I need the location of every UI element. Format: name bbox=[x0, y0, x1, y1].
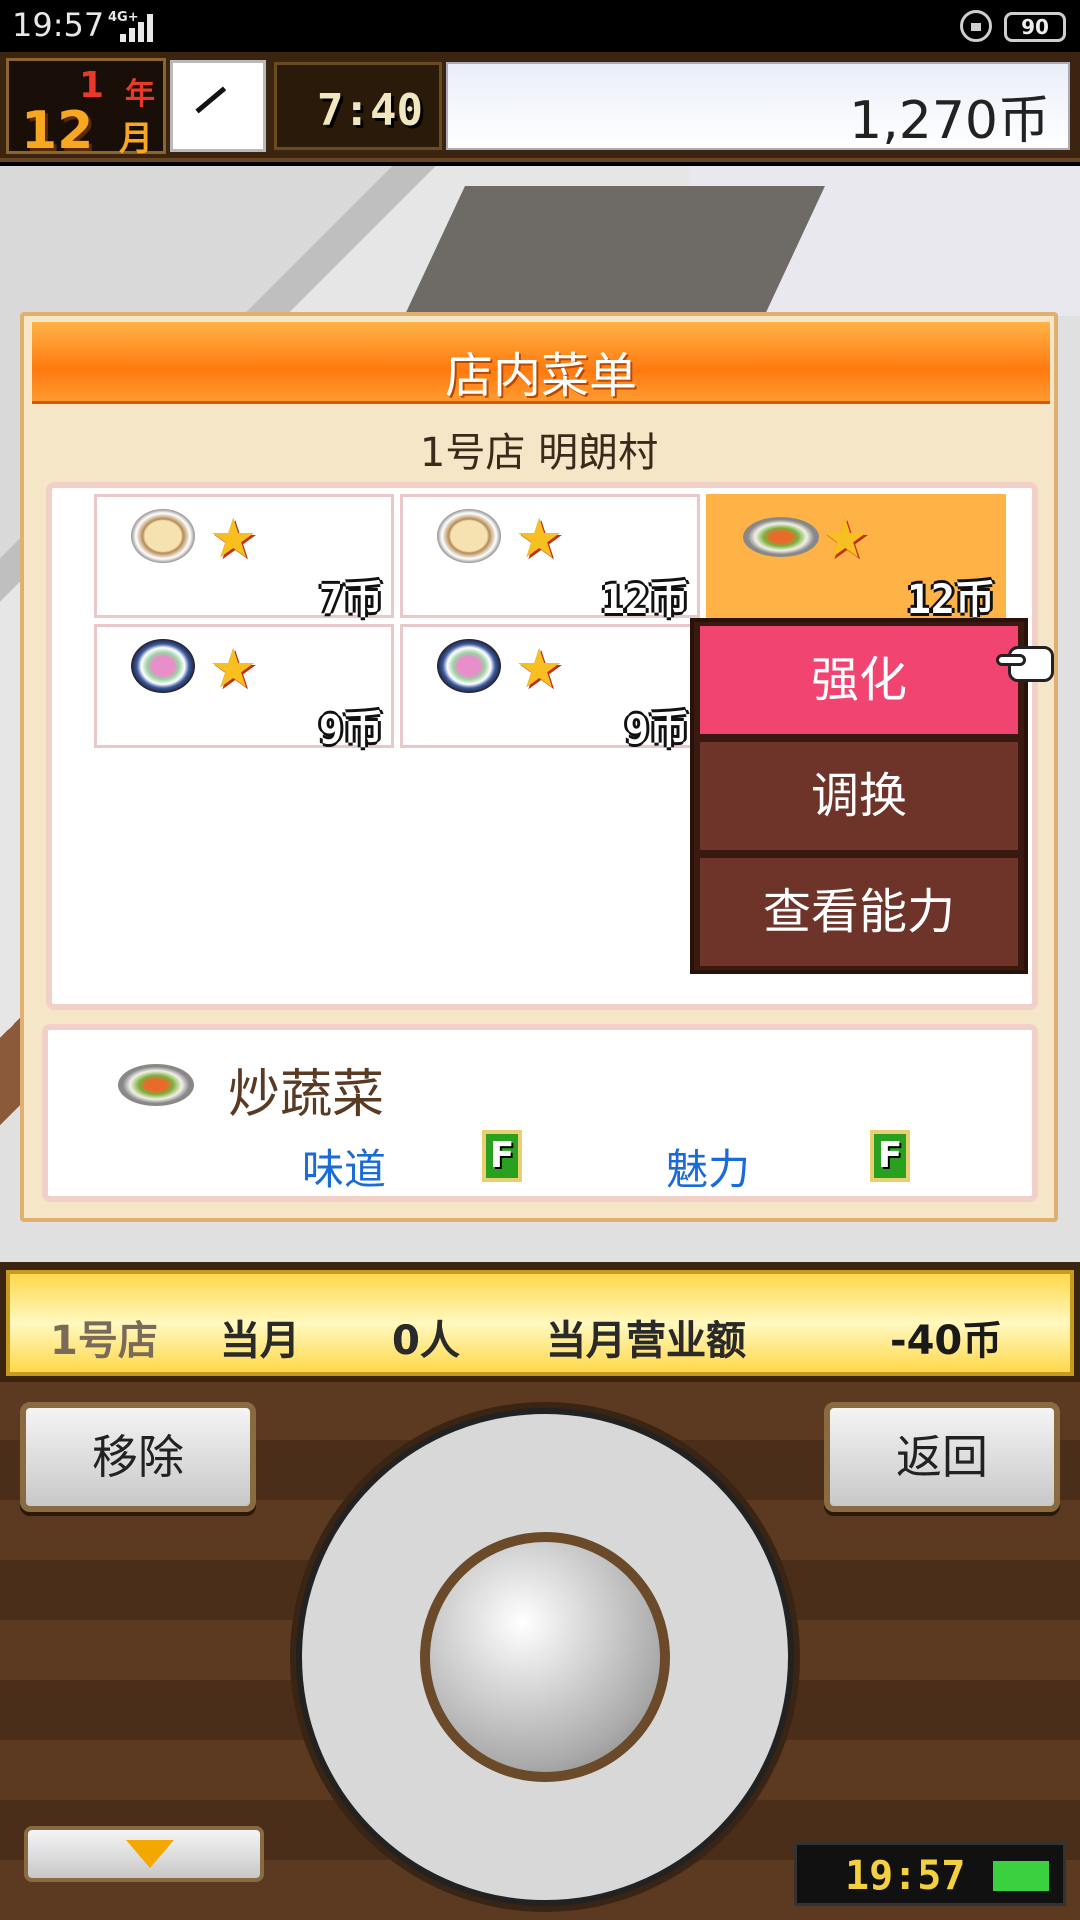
rotation-lock-icon bbox=[960, 10, 992, 42]
star-icon: ★ bbox=[515, 507, 564, 570]
stir-fry-dish-icon bbox=[118, 1064, 194, 1106]
item-context-menu: 强化 调换 查看能力 bbox=[690, 618, 1028, 974]
item-price: 9币 bbox=[318, 707, 383, 753]
item-price: 7币 bbox=[318, 577, 383, 623]
star-icon: ★ bbox=[209, 507, 258, 570]
item-name: 炒蔬菜 bbox=[228, 1065, 385, 1125]
signal-icon bbox=[120, 12, 160, 42]
remove-button[interactable]: 移除 bbox=[20, 1402, 256, 1512]
item-price: 9币 bbox=[624, 707, 689, 753]
menu-item[interactable]: ★ 9币 bbox=[94, 624, 394, 753]
star-icon: ★ bbox=[821, 507, 870, 570]
money-value: 1,270币 bbox=[849, 91, 1050, 151]
back-button[interactable]: 返回 bbox=[824, 1402, 1060, 1512]
star-icon: ★ bbox=[209, 637, 258, 700]
scroll-down-button[interactable] bbox=[24, 1826, 264, 1882]
game-hud: 1 年 12 月 7:40 1,270币 bbox=[0, 52, 1080, 162]
triangle-down-icon bbox=[126, 1840, 174, 1868]
strip-month-label: 当月 bbox=[220, 1318, 300, 1364]
shop-status-strip: 1号店 当月 0人 当月营业额 -40币 bbox=[0, 1262, 1080, 1382]
game-time: 7:40 bbox=[274, 62, 442, 150]
strip-shop-name: 1号店 bbox=[50, 1318, 158, 1364]
stir-fry-dish-icon bbox=[743, 517, 819, 557]
dpad-center-button[interactable] bbox=[420, 1532, 670, 1782]
menu-item[interactable]: ★ 7币 bbox=[94, 494, 394, 623]
device-clock-display: 19:57 bbox=[794, 1842, 1066, 1906]
view-ability-option[interactable]: 查看能力 bbox=[700, 858, 1018, 966]
menu-item[interactable]: ★ 9币 bbox=[400, 624, 700, 753]
device-clock-time: 19:57 bbox=[845, 1853, 966, 1899]
taste-label: 味道 bbox=[302, 1145, 387, 1194]
ramen-bowl-icon bbox=[437, 639, 501, 693]
pointer-hand-icon bbox=[996, 640, 1066, 686]
strip-sales-value: -40币 bbox=[890, 1318, 1003, 1364]
strip-sales-label: 当月营业额 bbox=[546, 1318, 746, 1364]
date-display: 1 年 12 月 bbox=[6, 58, 166, 161]
strip-visitors: 0人 bbox=[392, 1318, 460, 1364]
game-time-value: 7:40 bbox=[317, 85, 423, 136]
month-label: 月 bbox=[119, 119, 153, 159]
year-label: 年 bbox=[125, 77, 155, 112]
status-band: 1号店 当月 0人 当月营业额 -40币 bbox=[6, 1270, 1074, 1376]
system-status-bar: 19:57 4G+ 90 bbox=[0, 0, 1080, 52]
month-number: 12 bbox=[21, 101, 94, 161]
upgrade-option[interactable]: 强化 bbox=[700, 626, 1018, 734]
taste-grade-badge: F bbox=[482, 1130, 522, 1182]
clock-icon bbox=[170, 60, 266, 152]
system-time: 19:57 bbox=[12, 6, 105, 44]
money-display: 1,270币 bbox=[446, 62, 1070, 151]
charm-label: 魅力 bbox=[666, 1145, 751, 1194]
ramen-bowl-icon bbox=[131, 639, 195, 693]
year-number: 1 bbox=[79, 65, 105, 106]
item-price: 12币 bbox=[906, 577, 995, 623]
menu-item-selected[interactable]: ★ 12币 bbox=[706, 494, 1006, 623]
item-price: 12币 bbox=[600, 577, 689, 623]
swap-option[interactable]: 调换 bbox=[700, 742, 1018, 850]
shop-name: 1号店 明朗村 bbox=[419, 430, 659, 476]
charm-grade-badge: F bbox=[870, 1130, 910, 1182]
panel-title-bar: 店内菜单 bbox=[32, 322, 1050, 404]
noodle-dish-icon bbox=[437, 509, 501, 563]
menu-item[interactable]: ★ 12币 bbox=[400, 494, 700, 623]
dumpling-dish-icon bbox=[131, 509, 195, 563]
item-detail-box: 炒蔬菜 味道 F 魅力 F bbox=[42, 1024, 1038, 1202]
panel-title: 店内菜单 bbox=[444, 348, 637, 404]
battery-icon bbox=[993, 1861, 1049, 1891]
star-icon: ★ bbox=[515, 637, 564, 700]
battery-indicator: 90 bbox=[1004, 12, 1066, 42]
